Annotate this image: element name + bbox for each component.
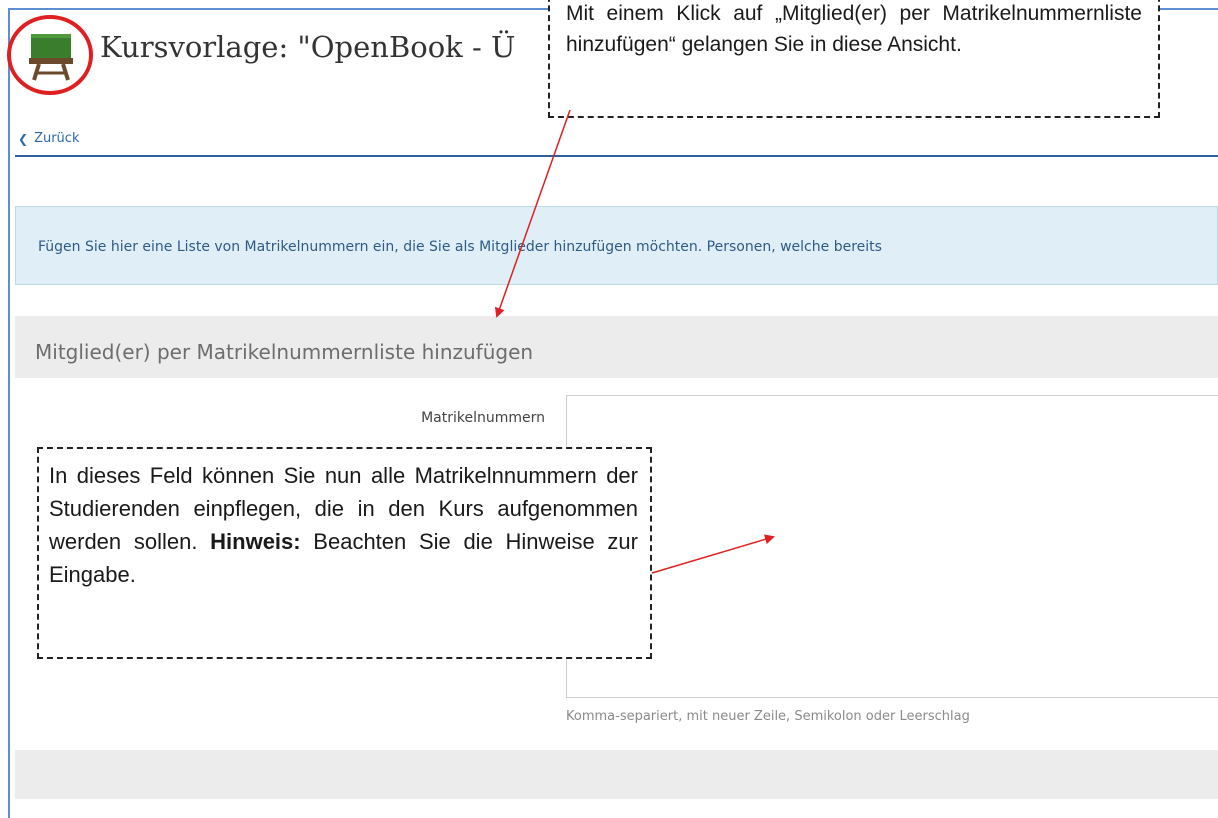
annotation-callout-top: Mit einem Klick auf „Mitglied(er) per Ma… (548, 0, 1160, 118)
blackboard-icon (29, 34, 73, 81)
info-text: Fügen Sie hier eine Liste von Matrikelnu… (38, 239, 882, 255)
chevron-left-icon: ❮ (18, 131, 29, 146)
matrikelnummern-input[interactable] (566, 395, 1218, 698)
form-footer-bar (15, 750, 1218, 799)
window-left-border (8, 8, 10, 818)
form-section-header: Mitglied(er) per Matrikelnummernliste hi… (15, 316, 1218, 378)
annotation-bottom-bold: Hinweis: (210, 529, 301, 554)
page-frame: Kursvorlage: "OpenBook - Ü ❮ Zurück Füge… (0, 0, 1218, 818)
annotation-top-text: Mit einem Klick auf „Mitglied(er) per Ma… (566, 2, 1142, 56)
back-link[interactable]: ❮ Zurück (18, 131, 79, 146)
page-title: Kursvorlage: "OpenBook - Ü (100, 30, 516, 64)
matrikelnummern-label: Matrikelnummern (421, 410, 545, 426)
info-message: Fügen Sie hier eine Liste von Matrikelnu… (15, 206, 1218, 285)
section-title: Mitglied(er) per Matrikelnummernliste hi… (35, 340, 534, 364)
annotation-callout-bottom: In dieses Feld können Sie nun alle Matri… (37, 447, 652, 659)
nav-divider (15, 155, 1218, 157)
back-link-label: Zurück (34, 131, 80, 146)
field-hint: Komma-separiert, mit neuer Zeile, Semiko… (566, 709, 970, 724)
